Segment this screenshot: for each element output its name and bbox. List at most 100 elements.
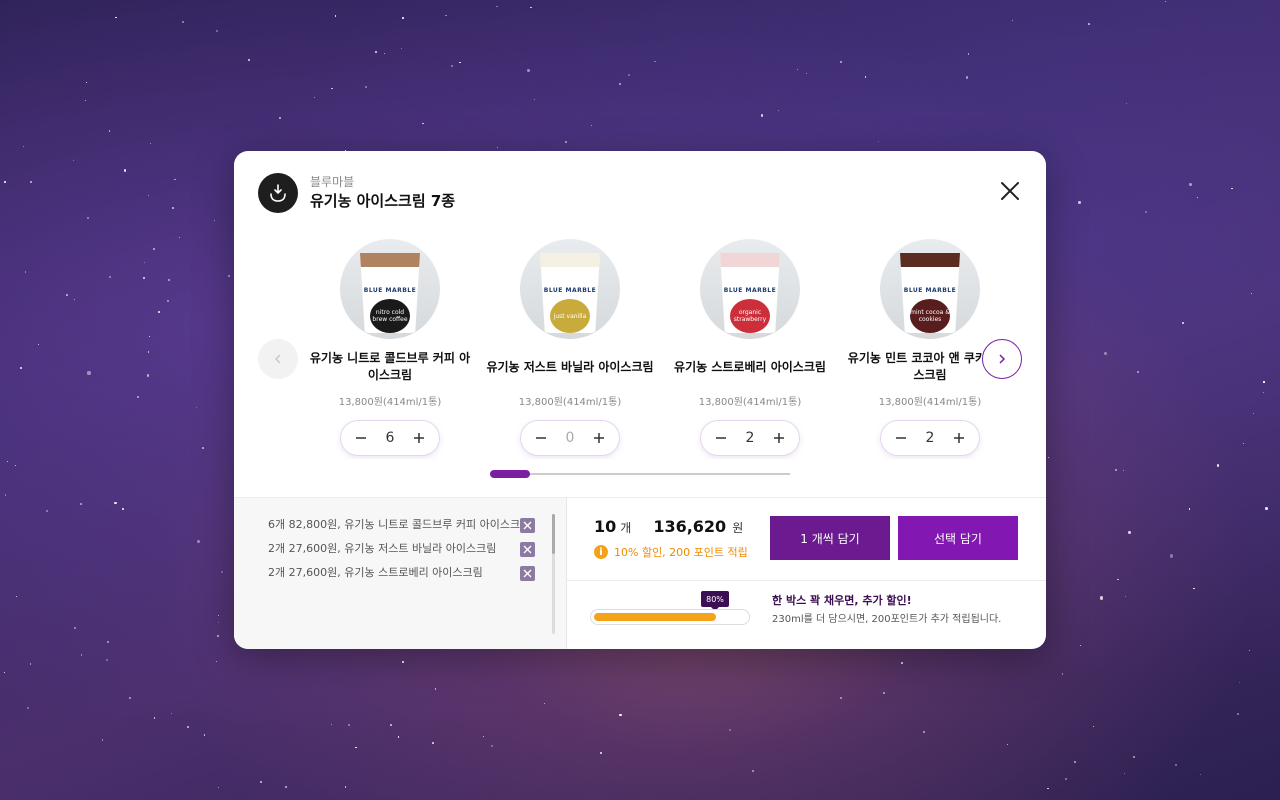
- star: [1200, 773, 1202, 776]
- remove-icon[interactable]: [520, 541, 535, 557]
- star: [1216, 464, 1220, 467]
- star: [1123, 470, 1125, 472]
- star: [170, 712, 173, 715]
- star: [1047, 787, 1049, 790]
- cart-line-amount: 6개 82,800원: [268, 518, 338, 531]
- total-price: 136,620: [653, 517, 727, 536]
- product-price: 13,800원(414ml/1통): [698, 397, 802, 408]
- star: [1265, 506, 1268, 510]
- star: [797, 68, 799, 70]
- cup-brand-text: BLUE MARBLE: [543, 287, 597, 294]
- star: [400, 48, 402, 50]
- remove-icon[interactable]: [520, 517, 535, 533]
- cup-flavor-label: nitro cold brew coffee: [370, 299, 410, 333]
- carousel-next-button[interactable]: [982, 339, 1022, 379]
- divider: [566, 498, 567, 649]
- star: [600, 752, 602, 754]
- star: [1104, 352, 1107, 355]
- star: [431, 742, 434, 745]
- star: [1249, 649, 1251, 652]
- cup-brand-text: BLUE MARBLE: [723, 287, 777, 294]
- star: [153, 247, 155, 250]
- star: [533, 98, 535, 101]
- star: [402, 17, 405, 19]
- remove-icon[interactable]: [520, 565, 535, 581]
- product-name: 유기농 스트로베리 아이스크림: [674, 359, 826, 374]
- star: [497, 146, 499, 148]
- star: [66, 294, 68, 297]
- plus-icon[interactable]: [951, 430, 967, 446]
- star: [38, 344, 40, 346]
- star: [1080, 644, 1082, 647]
- product-name: 유기농 저스트 바닐라 아이스크림: [486, 359, 654, 374]
- minus-icon[interactable]: [893, 430, 909, 446]
- product-price: 13,800원(414ml/1통): [338, 397, 442, 408]
- plus-icon[interactable]: [591, 430, 607, 446]
- star: [591, 124, 593, 126]
- star: [1231, 187, 1233, 189]
- star: [482, 736, 484, 738]
- quantity-stepper: 2: [880, 420, 980, 456]
- carousel-prev-button[interactable]: [258, 339, 298, 379]
- star: [966, 76, 969, 79]
- star: [526, 68, 530, 72]
- minus-icon[interactable]: [533, 430, 549, 446]
- plus-icon[interactable]: [771, 430, 787, 446]
- star: [260, 781, 263, 784]
- star: [422, 122, 424, 125]
- info-icon: i: [594, 545, 608, 559]
- product-carousel: BLUE MARBLE nitro cold brew coffee 유기농 니…: [300, 239, 1020, 459]
- minus-icon[interactable]: [713, 430, 729, 446]
- ice-cream-cup-image: BLUE MARBLE just vanilla: [540, 253, 600, 333]
- star: [654, 60, 656, 63]
- add-one-each-button[interactable]: 1 개씩 담기: [770, 516, 890, 560]
- cart-line-name: , 유기농 스트로베리 아이스크림: [337, 566, 483, 579]
- star: [1165, 0, 1167, 3]
- star: [16, 595, 18, 597]
- close-icon[interactable]: [998, 179, 1022, 203]
- promo-title: 한 박스 꽉 채우면, 추가 할인!: [772, 594, 912, 607]
- star: [1087, 23, 1090, 25]
- star: [101, 739, 104, 741]
- star: [182, 21, 184, 23]
- cart-scrollbar[interactable]: [552, 514, 555, 634]
- carousel-scrollbar[interactable]: [490, 470, 790, 478]
- ice-cream-cup-image: BLUE MARBLE nitro cold brew coffee: [360, 253, 420, 333]
- cart-scrollbar-thumb[interactable]: [552, 514, 555, 554]
- star: [490, 745, 493, 748]
- carousel-scrollbar-thumb[interactable]: [490, 470, 530, 478]
- star: [146, 374, 149, 377]
- star: [864, 76, 867, 78]
- star: [203, 734, 205, 736]
- add-selected-button[interactable]: 선택 담기: [898, 516, 1018, 560]
- star: [80, 654, 82, 656]
- star: [148, 335, 150, 337]
- star: [1117, 578, 1119, 581]
- star: [1011, 19, 1013, 21]
- star: [109, 276, 112, 279]
- star: [218, 614, 220, 616]
- star: [402, 661, 404, 663]
- star: [74, 298, 76, 300]
- page-title: 유기농 아이스크림 7종: [310, 192, 456, 210]
- star: [761, 114, 764, 117]
- star: [1237, 712, 1240, 715]
- plus-icon[interactable]: [411, 430, 427, 446]
- star: [450, 65, 453, 68]
- product-price: 13,800원(414ml/1통): [518, 397, 622, 408]
- star: [1064, 777, 1067, 780]
- star: [220, 570, 223, 573]
- star: [1061, 672, 1064, 675]
- quantity-stepper: 2: [700, 420, 800, 456]
- star: [87, 217, 89, 220]
- product-image: BLUE MARBLE mint cocoa & cookies: [880, 239, 980, 339]
- cup-brand-text: BLUE MARBLE: [903, 287, 957, 294]
- chevron-left-icon: [274, 354, 281, 364]
- star: [1243, 442, 1245, 444]
- star: [143, 277, 145, 280]
- star: [4, 494, 7, 496]
- order-summary: 10 개 136,620 원: [594, 517, 743, 536]
- star: [215, 661, 217, 662]
- star: [1047, 456, 1050, 459]
- minus-icon[interactable]: [353, 430, 369, 446]
